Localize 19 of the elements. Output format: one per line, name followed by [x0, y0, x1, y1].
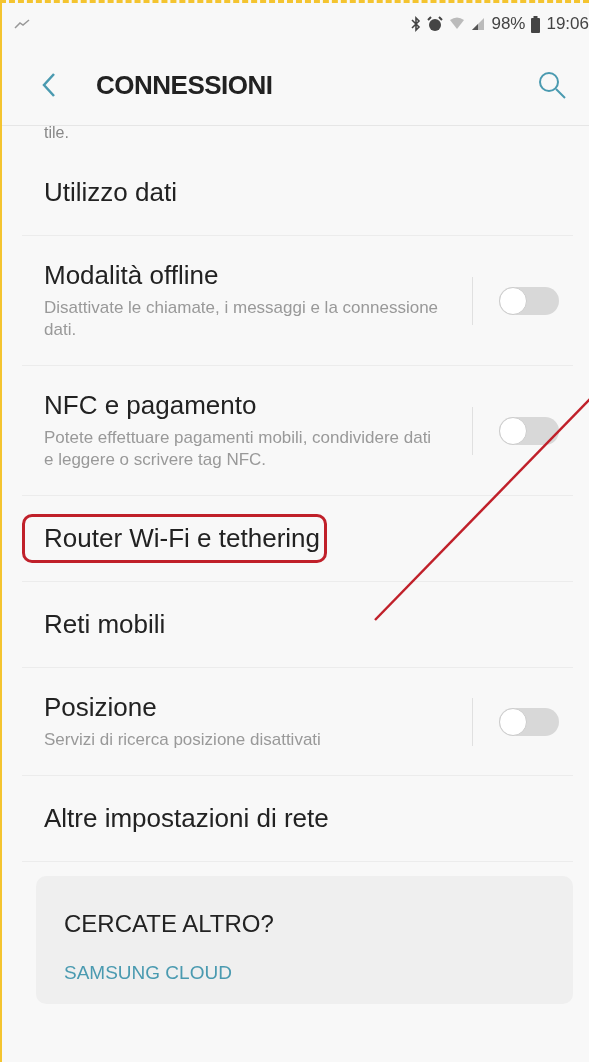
setting-description: Disattivate le chiamate, i messaggi e la connessione dati. — [44, 297, 440, 342]
item-description: tile. — [44, 126, 70, 142]
bluetooth-icon — [411, 16, 422, 32]
alarm-icon — [427, 16, 444, 32]
card-heading: CERCATE ALTRO? — [64, 910, 275, 939]
clock-time: 19:06 — [546, 14, 589, 34]
battery-percentage: 98% — [491, 14, 526, 34]
toggle-switch[interactable] — [499, 416, 559, 445]
signal-icon — [471, 17, 486, 31]
notification-icon — [14, 19, 30, 29]
setting-title[interactable]: Modalità offline — [22, 251, 226, 300]
setting-title[interactable]: Altre impostazioni di rete — [22, 794, 336, 844]
battery-icon — [531, 15, 541, 33]
toggle-switch[interactable] — [499, 286, 559, 315]
page-title: CONNESSIONI — [96, 69, 274, 101]
setting-title[interactable]: Reti mobili — [22, 600, 173, 650]
setting-title[interactable]: Utilizzo dati — [22, 168, 184, 217]
toggle-switch[interactable] — [499, 707, 559, 736]
setting-title[interactable]: Router Wi-Fi e tethering — [22, 514, 327, 564]
